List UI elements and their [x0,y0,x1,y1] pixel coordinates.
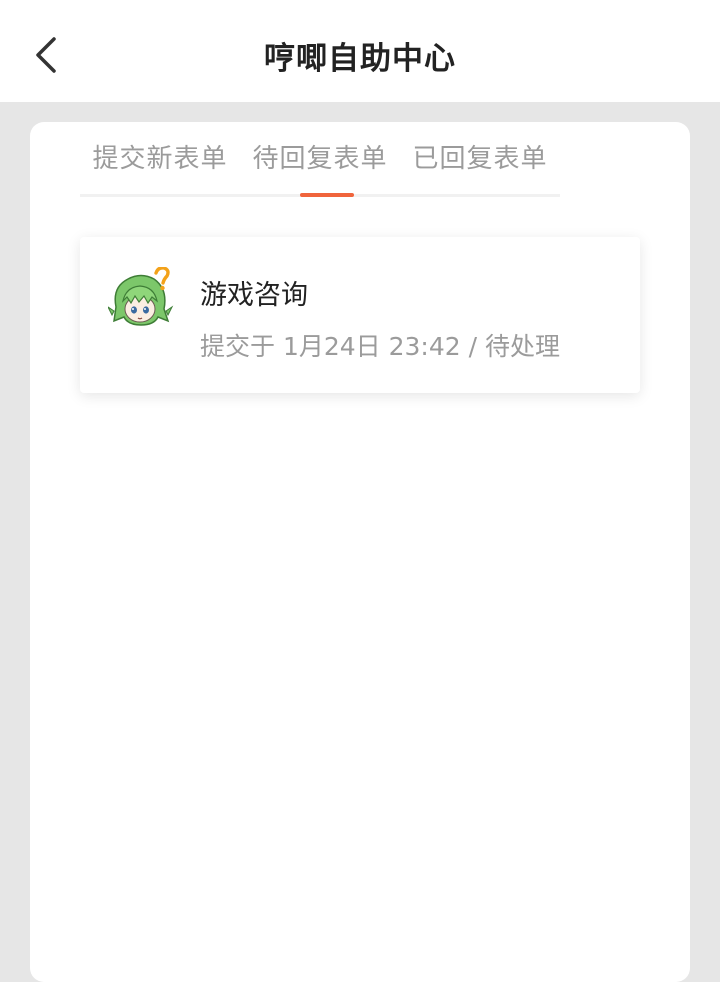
page-title: 哼唧自助中心 [264,41,456,77]
tab-submit-new-form[interactable]: 提交新表单 [80,138,240,175]
content-panel: 提交新表单 待回复表单 已回复表单 游戏咨询 提交于 1月24日 23:42 /… [30,122,690,982]
green-haired-mascot-question-icon [108,267,174,326]
ticket-title: 游戏咨询 [200,280,308,311]
tab-bar: 提交新表单 待回复表单 已回复表单 [80,122,560,198]
ticket-card[interactable]: 游戏咨询 提交于 1月24日 23:42 / 待处理 [80,237,640,393]
active-tab-indicator [300,193,354,197]
top-bar: 哼唧自助中心 [0,0,720,102]
tab-pending-reply-forms[interactable]: 待回复表单 [240,138,400,175]
tab-replied-forms[interactable]: 已回复表单 [400,138,560,175]
ticket-meta: 提交于 1月24日 23:42 / 待处理 [200,332,560,361]
